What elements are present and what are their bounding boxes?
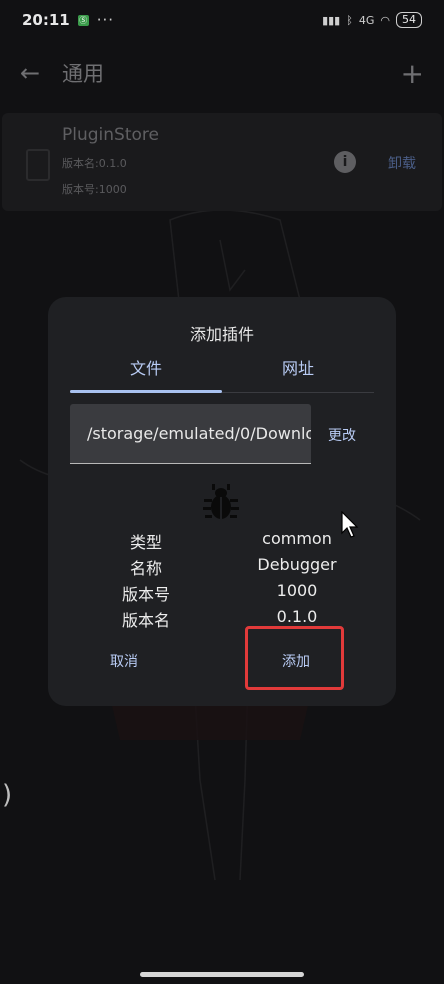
plugin-card[interactable]: PluginStore 版本名:0.1.0 版本号:1000 i 卸载 (2, 113, 442, 211)
dialog-title: 添加插件 (189, 325, 254, 344)
status-left: 20:11 Ⓢ ··· (22, 11, 114, 29)
uninstall-button[interactable]: 卸载 (388, 153, 416, 173)
add-button[interactable]: 添加 (282, 651, 310, 671)
mouse-cursor-icon (341, 511, 359, 538)
status-bar: 20:11 Ⓢ ··· ▮▮▮ ᛒ 4G ◠ 54 (0, 0, 444, 40)
cancel-button[interactable]: 取消 (110, 651, 138, 671)
bluetooth-icon: ᛒ (346, 13, 353, 27)
edge-gesture-handle[interactable]: ) (2, 780, 12, 810)
info-value: 1000 (276, 581, 318, 600)
network-type-icon: 4G (358, 13, 375, 27)
add-plugin-dialog: 添加插件 文件 网址 更改 (48, 297, 396, 706)
info-icon[interactable]: i (334, 151, 356, 173)
plugin-name: PluginStore (62, 125, 159, 145)
notification-app-icon: Ⓢ (77, 14, 89, 26)
wifi-icon: ◠ (380, 13, 390, 27)
home-indicator[interactable] (140, 972, 304, 977)
plugin-info-table: 类型 common 名称 Debugger 版本号 1000 版本名 0.1.0 (48, 529, 396, 633)
info-value: 0.1.0 (276, 607, 318, 626)
battery-icon: 54 (396, 12, 422, 28)
plugin-version-code: 版本号:1000 (62, 183, 127, 196)
app-bar: ← 通用 + (0, 48, 444, 98)
plugin-version-name: 版本名:0.1.0 (62, 157, 127, 170)
change-file-button[interactable]: 更改 (328, 425, 356, 445)
tab-file[interactable]: 文件 (70, 355, 222, 391)
more-notifications-icon: ··· (96, 11, 115, 29)
info-value: Debugger (257, 555, 337, 574)
file-path-field[interactable] (70, 404, 311, 464)
info-row-version-code: 版本号 1000 (48, 581, 396, 607)
tab-url[interactable]: 网址 (222, 355, 374, 391)
add-icon[interactable]: + (401, 57, 424, 90)
file-path-input[interactable] (70, 404, 311, 463)
bug-icon (203, 484, 239, 519)
signal-icon: ▮▮▮ (322, 13, 341, 27)
screen: 20:11 Ⓢ ··· ▮▮▮ ᛒ 4G ◠ 54 ← 通用 + PluginS… (0, 0, 444, 984)
info-row-name: 名称 Debugger (48, 555, 396, 581)
status-right: ▮▮▮ ᛒ 4G ◠ 54 (322, 12, 422, 28)
tab-selected-indicator (70, 390, 222, 393)
plugin-icon (26, 149, 50, 181)
dialog-tabs: 文件 网址 (70, 355, 374, 393)
page-title: 通用 (62, 62, 104, 86)
status-time: 20:11 (22, 11, 70, 29)
back-arrow-icon[interactable]: ← (20, 59, 44, 87)
